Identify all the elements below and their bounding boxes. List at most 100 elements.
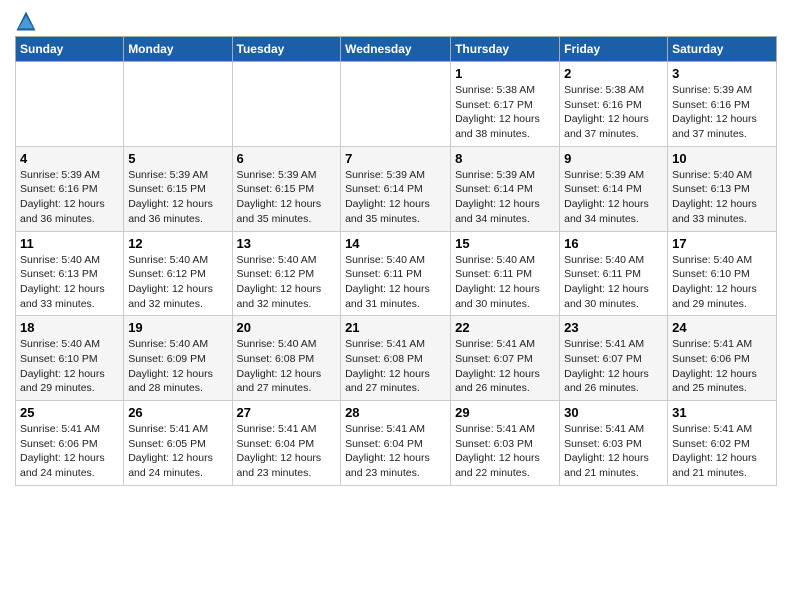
col-header-thursday: Thursday — [451, 37, 560, 62]
calendar-cell: 15 Sunrise: 5:40 AM Sunset: 6:11 PM Dayli… — [451, 231, 560, 316]
calendar-cell: 16 Sunrise: 5:40 AM Sunset: 6:11 PM Dayli… — [560, 231, 668, 316]
calendar-cell — [124, 62, 232, 147]
day-info: Sunrise: 5:40 AM Sunset: 6:13 PM Dayligh… — [672, 168, 772, 227]
calendar-cell: 12 Sunrise: 5:40 AM Sunset: 6:12 PM Dayli… — [124, 231, 232, 316]
day-info: Sunrise: 5:39 AM Sunset: 6:16 PM Dayligh… — [20, 168, 119, 227]
calendar-cell: 6 Sunrise: 5:39 AM Sunset: 6:15 PM Daylig… — [232, 146, 341, 231]
calendar-cell: 31 Sunrise: 5:41 AM Sunset: 6:02 PM Dayli… — [668, 401, 777, 486]
calendar-cell: 2 Sunrise: 5:38 AM Sunset: 6:16 PM Daylig… — [560, 62, 668, 147]
calendar-cell: 30 Sunrise: 5:41 AM Sunset: 6:03 PM Dayli… — [560, 401, 668, 486]
day-number: 30 — [564, 405, 663, 420]
day-info: Sunrise: 5:41 AM Sunset: 6:07 PM Dayligh… — [455, 337, 555, 396]
day-number: 4 — [20, 151, 119, 166]
calendar-cell: 18 Sunrise: 5:40 AM Sunset: 6:10 PM Dayli… — [16, 316, 124, 401]
day-info: Sunrise: 5:39 AM Sunset: 6:16 PM Dayligh… — [672, 83, 772, 142]
calendar-cell — [341, 62, 451, 147]
day-number: 23 — [564, 320, 663, 335]
day-info: Sunrise: 5:41 AM Sunset: 6:03 PM Dayligh… — [455, 422, 555, 481]
day-number: 29 — [455, 405, 555, 420]
calendar-cell: 20 Sunrise: 5:40 AM Sunset: 6:08 PM Dayli… — [232, 316, 341, 401]
calendar-table: SundayMondayTuesdayWednesdayThursdayFrid… — [15, 36, 777, 486]
col-header-monday: Monday — [124, 37, 232, 62]
day-number: 26 — [128, 405, 227, 420]
calendar-cell — [232, 62, 341, 147]
day-info: Sunrise: 5:40 AM Sunset: 6:12 PM Dayligh… — [128, 253, 227, 312]
calendar-cell: 7 Sunrise: 5:39 AM Sunset: 6:14 PM Daylig… — [341, 146, 451, 231]
day-number: 19 — [128, 320, 227, 335]
calendar-cell: 10 Sunrise: 5:40 AM Sunset: 6:13 PM Dayli… — [668, 146, 777, 231]
day-number: 2 — [564, 66, 663, 81]
calendar-cell: 17 Sunrise: 5:40 AM Sunset: 6:10 PM Dayli… — [668, 231, 777, 316]
logo — [15, 10, 41, 32]
col-header-sunday: Sunday — [16, 37, 124, 62]
day-info: Sunrise: 5:41 AM Sunset: 6:03 PM Dayligh… — [564, 422, 663, 481]
day-number: 31 — [672, 405, 772, 420]
day-number: 6 — [237, 151, 337, 166]
calendar-cell: 9Sunrise: 5:39 AM Sunset: 6:14 PM Daylig… — [560, 146, 668, 231]
calendar-cell: 1Sunrise: 5:38 AM Sunset: 6:17 PM Daylig… — [451, 62, 560, 147]
day-info: Sunrise: 5:40 AM Sunset: 6:10 PM Dayligh… — [20, 337, 119, 396]
calendar-cell: 23 Sunrise: 5:41 AM Sunset: 6:07 PM Dayli… — [560, 316, 668, 401]
day-number: 15 — [455, 236, 555, 251]
calendar-cell: 25Sunrise: 5:41 AM Sunset: 6:06 PM Dayli… — [16, 401, 124, 486]
col-header-wednesday: Wednesday — [341, 37, 451, 62]
logo-icon — [15, 10, 37, 32]
day-number: 17 — [672, 236, 772, 251]
col-header-tuesday: Tuesday — [232, 37, 341, 62]
day-info: Sunrise: 5:39 AM Sunset: 6:14 PM Dayligh… — [455, 168, 555, 227]
calendar-cell: 14 Sunrise: 5:40 AM Sunset: 6:11 PM Dayli… — [341, 231, 451, 316]
day-info: Sunrise: 5:40 AM Sunset: 6:11 PM Dayligh… — [455, 253, 555, 312]
day-info: Sunrise: 5:39 AM Sunset: 6:14 PM Dayligh… — [564, 168, 663, 227]
day-number: 16 — [564, 236, 663, 251]
calendar-cell: 11Sunrise: 5:40 AM Sunset: 6:13 PM Dayli… — [16, 231, 124, 316]
calendar-cell: 5 Sunrise: 5:39 AM Sunset: 6:15 PM Daylig… — [124, 146, 232, 231]
col-header-saturday: Saturday — [668, 37, 777, 62]
day-info: Sunrise: 5:41 AM Sunset: 6:08 PM Dayligh… — [345, 337, 446, 396]
day-info: Sunrise: 5:40 AM Sunset: 6:08 PM Dayligh… — [237, 337, 337, 396]
calendar-cell: 29 Sunrise: 5:41 AM Sunset: 6:03 PM Dayli… — [451, 401, 560, 486]
day-number: 27 — [237, 405, 337, 420]
day-info: Sunrise: 5:41 AM Sunset: 6:02 PM Dayligh… — [672, 422, 772, 481]
calendar-cell: 8 Sunrise: 5:39 AM Sunset: 6:14 PM Daylig… — [451, 146, 560, 231]
day-number: 14 — [345, 236, 446, 251]
day-number: 20 — [237, 320, 337, 335]
day-info: Sunrise: 5:38 AM Sunset: 6:17 PM Dayligh… — [455, 83, 555, 142]
day-info: Sunrise: 5:40 AM Sunset: 6:11 PM Dayligh… — [345, 253, 446, 312]
calendar-cell: 28 Sunrise: 5:41 AM Sunset: 6:04 PM Dayli… — [341, 401, 451, 486]
calendar-cell: 19 Sunrise: 5:40 AM Sunset: 6:09 PM Dayli… — [124, 316, 232, 401]
day-info: Sunrise: 5:38 AM Sunset: 6:16 PM Dayligh… — [564, 83, 663, 142]
day-info: Sunrise: 5:39 AM Sunset: 6:15 PM Dayligh… — [128, 168, 227, 227]
day-number: 13 — [237, 236, 337, 251]
calendar-cell: 24 Sunrise: 5:41 AM Sunset: 6:06 PM Dayli… — [668, 316, 777, 401]
day-number: 21 — [345, 320, 446, 335]
day-number: 28 — [345, 405, 446, 420]
calendar-cell: 22Sunrise: 5:41 AM Sunset: 6:07 PM Dayli… — [451, 316, 560, 401]
day-info: Sunrise: 5:40 AM Sunset: 6:09 PM Dayligh… — [128, 337, 227, 396]
calendar-cell: 3 Sunrise: 5:39 AM Sunset: 6:16 PM Daylig… — [668, 62, 777, 147]
header — [15, 10, 777, 32]
day-number: 5 — [128, 151, 227, 166]
day-info: Sunrise: 5:39 AM Sunset: 6:14 PM Dayligh… — [345, 168, 446, 227]
day-number: 7 — [345, 151, 446, 166]
day-info: Sunrise: 5:40 AM Sunset: 6:12 PM Dayligh… — [237, 253, 337, 312]
day-number: 18 — [20, 320, 119, 335]
day-info: Sunrise: 5:39 AM Sunset: 6:15 PM Dayligh… — [237, 168, 337, 227]
day-number: 11 — [20, 236, 119, 251]
day-number: 10 — [672, 151, 772, 166]
day-info: Sunrise: 5:41 AM Sunset: 6:04 PM Dayligh… — [237, 422, 337, 481]
day-number: 24 — [672, 320, 772, 335]
day-info: Sunrise: 5:41 AM Sunset: 6:06 PM Dayligh… — [20, 422, 119, 481]
day-number: 8 — [455, 151, 555, 166]
day-info: Sunrise: 5:40 AM Sunset: 6:10 PM Dayligh… — [672, 253, 772, 312]
day-info: Sunrise: 5:41 AM Sunset: 6:07 PM Dayligh… — [564, 337, 663, 396]
calendar-cell: 26Sunrise: 5:41 AM Sunset: 6:05 PM Dayli… — [124, 401, 232, 486]
day-info: Sunrise: 5:41 AM Sunset: 6:06 PM Dayligh… — [672, 337, 772, 396]
day-number: 12 — [128, 236, 227, 251]
calendar-cell: 27 Sunrise: 5:41 AM Sunset: 6:04 PM Dayli… — [232, 401, 341, 486]
day-number: 3 — [672, 66, 772, 81]
calendar-cell — [16, 62, 124, 147]
calendar-cell: 21 Sunrise: 5:41 AM Sunset: 6:08 PM Dayli… — [341, 316, 451, 401]
day-info: Sunrise: 5:40 AM Sunset: 6:11 PM Dayligh… — [564, 253, 663, 312]
day-info: Sunrise: 5:41 AM Sunset: 6:04 PM Dayligh… — [345, 422, 446, 481]
col-header-friday: Friday — [560, 37, 668, 62]
